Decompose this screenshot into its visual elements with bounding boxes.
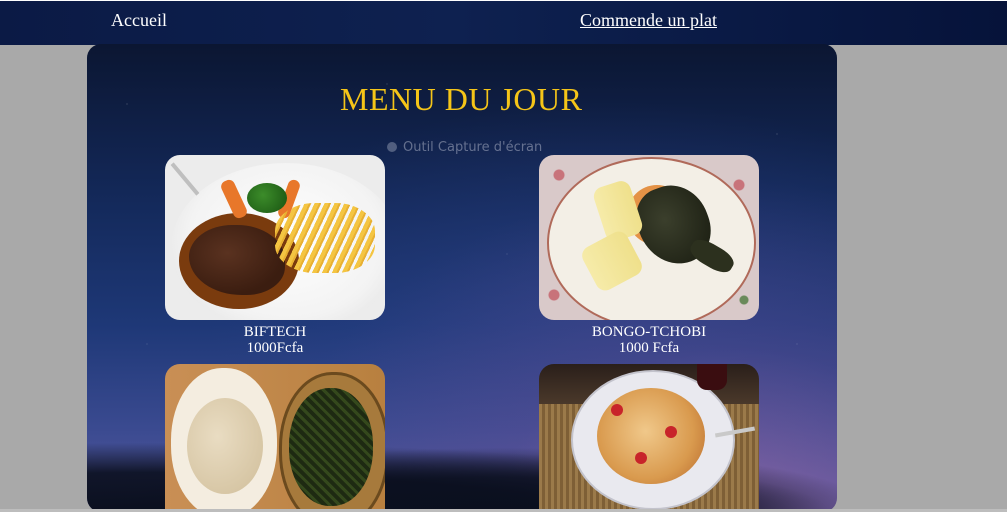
dish-card-bongo-tchobi[interactable]: BONGO-TCHOBI 1000 Fcfa <box>539 155 759 356</box>
pasta-photo[interactable] <box>539 364 759 512</box>
dish-card-fufu[interactable] <box>165 364 385 512</box>
snipping-tool-icon <box>387 142 397 152</box>
page-title: MENU DU JOUR <box>340 81 583 117</box>
dish-price: 1000Fcfa <box>246 340 304 356</box>
dish-card-biftech[interactable]: BIFTECH 1000Fcfa <box>165 155 385 356</box>
dish-card-pasta[interactable] <box>539 364 759 512</box>
dish-name: BIFTECH <box>243 324 307 340</box>
screenshot-tool-overlay: Outil Capture d'écran <box>387 140 542 155</box>
nav-link-accueil[interactable]: Accueil <box>111 9 167 31</box>
fish-yam-photo[interactable] <box>539 155 759 320</box>
dish-price: 1000 Fcfa <box>618 340 680 356</box>
menu-card: MENU DU JOUR Outil Capture d'écran BIFTE… <box>87 44 837 512</box>
screenshot-tool-label: Outil Capture d'écran <box>403 140 543 155</box>
fufu-leaf-sauce-photo[interactable] <box>165 364 385 512</box>
top-nav-bar: Accueil Commende un plat <box>0 0 1007 45</box>
steak-fries-photo[interactable] <box>165 155 385 320</box>
nav-link-commande-plat[interactable]: Commende un plat <box>580 9 717 31</box>
dish-name: BONGO-TCHOBI <box>591 324 707 340</box>
